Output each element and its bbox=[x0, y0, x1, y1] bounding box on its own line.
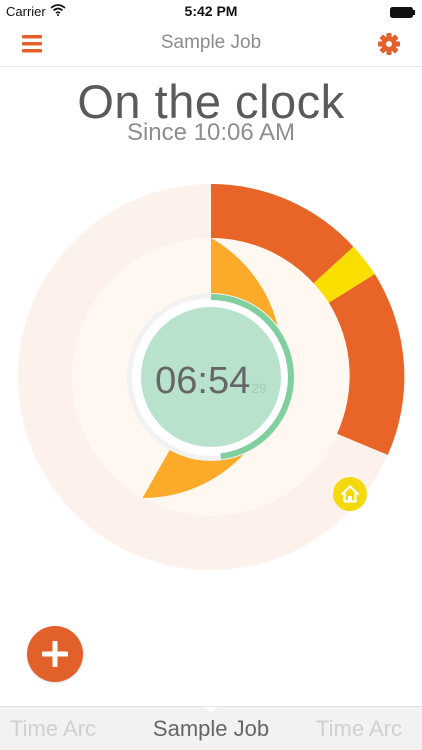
elapsed-timer-seconds: 29 bbox=[251, 380, 267, 396]
pager-indicator bbox=[203, 707, 219, 713]
elapsed-timer: 06:5429 bbox=[131, 351, 291, 411]
nav-title: Sample Job bbox=[160, 32, 262, 53]
home-icon[interactable] bbox=[333, 477, 367, 511]
plus-icon[interactable] bbox=[27, 626, 83, 682]
elapsed-timer-main: 06:54 bbox=[155, 360, 251, 402]
time-tracker-screen: Carrier 5:42 PM Sample Job On the clock … bbox=[0, 0, 422, 750]
battery-icon bbox=[390, 6, 415, 18]
navigation-bar: Sample Job bbox=[0, 22, 422, 67]
pager-next-item[interactable]: Time Arc bbox=[316, 716, 402, 742]
job-pager[interactable]: Time Arc Sample Job Time Arc bbox=[0, 706, 422, 750]
since-time-label: Since 10:06 AM bbox=[126, 119, 296, 146]
status-time: 5:42 PM bbox=[184, 3, 238, 19]
status-bar: Carrier 5:42 PM bbox=[0, 0, 422, 22]
gear-icon[interactable] bbox=[376, 31, 402, 57]
